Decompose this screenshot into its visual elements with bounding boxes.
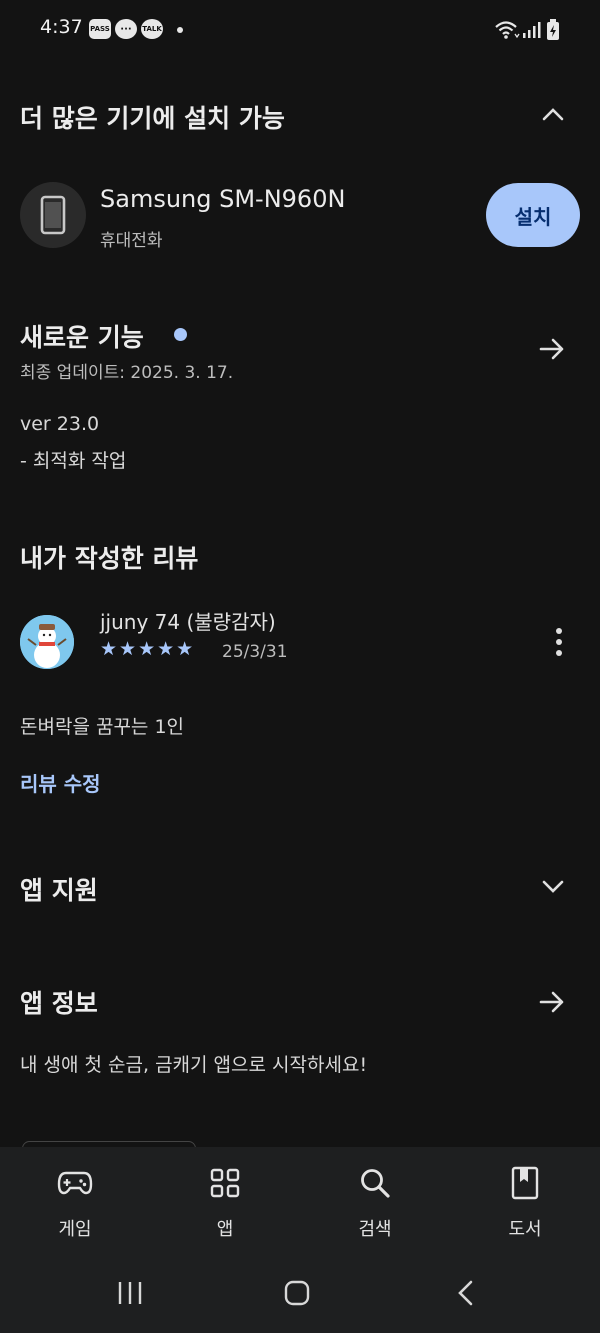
version-text: ver 23.0 <box>20 413 100 435</box>
nav-item-apps[interactable]: 앱 <box>150 1147 300 1257</box>
edit-review-link[interactable]: 리뷰 수정 <box>20 768 101 797</box>
app-info-title: 앱 정보 <box>20 989 98 1018</box>
review-date: 25/3/31 <box>222 642 288 662</box>
review-text: 돈벼락을 꿈꾸는 1인 <box>20 716 185 738</box>
book-icon <box>511 1166 539 1200</box>
smartphone-icon <box>40 195 66 235</box>
nav-item-books[interactable]: 도서 <box>450 1147 600 1257</box>
snowman-avatar-icon <box>20 615 74 669</box>
device-phone-icon-container <box>20 182 86 248</box>
collapse-chevron-up-icon[interactable] <box>541 105 565 123</box>
pass-notification-icon: PASS <box>89 19 111 39</box>
wifi-icon <box>495 21 520 39</box>
talk-notification-icon: TALK <box>141 19 163 39</box>
apps-grid-icon <box>210 1168 240 1198</box>
app-description: 내 생애 첫 순금, 금캐기 앱으로 시작하세요! <box>20 1054 368 1076</box>
device-type: 휴대전화 <box>100 231 163 251</box>
nav-item-games[interactable]: 게임 <box>0 1147 150 1257</box>
my-review-title: 내가 작성한 리뷰 <box>20 544 199 573</box>
more-notifications-dot <box>177 27 183 33</box>
nav-label-books: 도서 <box>508 1219 542 1240</box>
chat-notification-icon: ··· <box>115 19 137 39</box>
whats-new-arrow-icon[interactable] <box>538 335 566 363</box>
review-rating-stars: ★★★★★ <box>100 638 196 660</box>
reviewer-avatar <box>20 615 74 669</box>
status-time: 4:37 <box>40 16 83 38</box>
nav-label-apps: 앱 <box>216 1219 234 1240</box>
gamepad-icon <box>57 1171 93 1195</box>
install-button[interactable]: 설치 <box>486 183 580 247</box>
last-updated: 최종 업데이트: 2025. 3. 17. <box>20 363 234 383</box>
more-options-icon[interactable] <box>553 627 565 657</box>
recent-apps-icon[interactable] <box>116 1279 144 1307</box>
app-info-arrow-icon[interactable] <box>538 988 566 1016</box>
review-author: jjuny 74 (불량감자) <box>100 610 276 634</box>
nav-label-search: 검색 <box>358 1219 392 1240</box>
device-name: Samsung SM-N960N <box>100 185 346 213</box>
expand-chevron-down-icon[interactable] <box>541 878 565 896</box>
back-icon[interactable] <box>456 1279 476 1307</box>
search-icon <box>361 1169 390 1198</box>
release-notes: - 최적화 작업 <box>20 450 127 472</box>
more-devices-title: 더 많은 기기에 설치 가능 <box>20 104 285 133</box>
battery-charging-icon <box>547 19 559 40</box>
new-indicator-dot <box>174 328 187 341</box>
nav-item-search[interactable]: 검색 <box>300 1147 450 1257</box>
whats-new-title: 새로운 기능 <box>20 323 144 352</box>
home-icon[interactable] <box>283 1279 311 1307</box>
app-support-title: 앱 지원 <box>20 876 98 905</box>
signal-icon <box>523 22 541 38</box>
nav-label-games: 게임 <box>58 1219 92 1240</box>
